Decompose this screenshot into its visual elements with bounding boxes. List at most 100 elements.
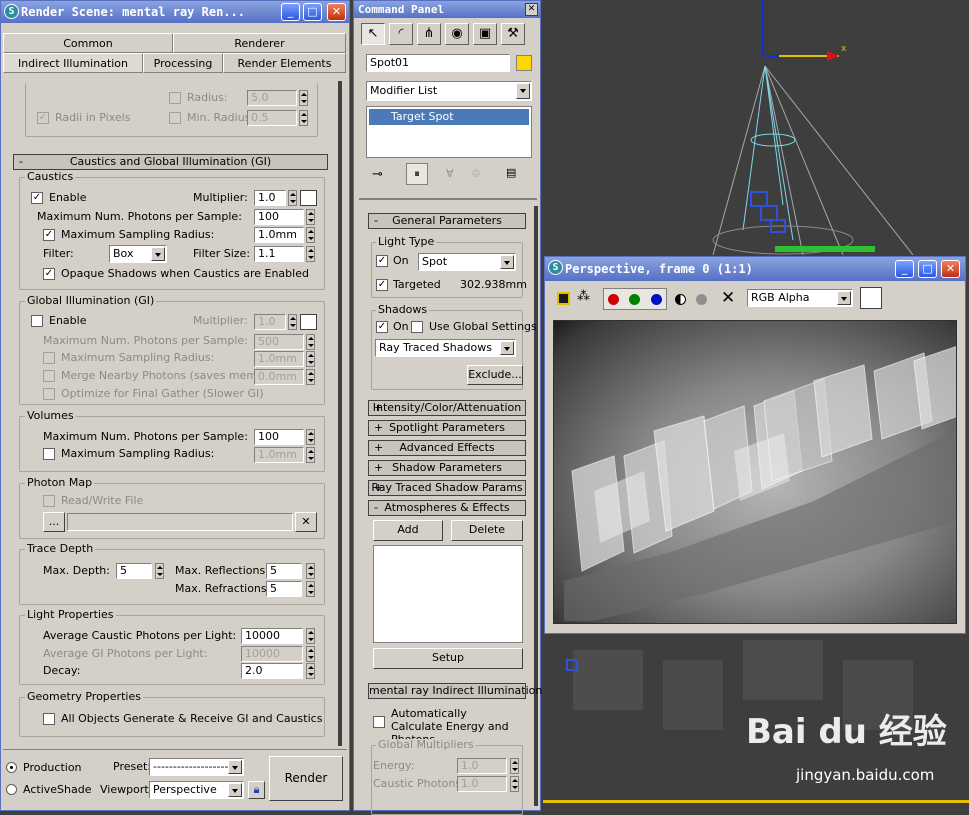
display-tab[interactable]: ▣ xyxy=(473,23,497,45)
rollout-scrollbar[interactable] xyxy=(338,81,342,746)
avg-caustic-photons-field[interactable]: 10000 xyxy=(241,628,303,644)
gi-multiplier-field[interactable]: 1.0 xyxy=(254,314,286,330)
clear-frame-button[interactable]: ✕ xyxy=(721,288,735,308)
radius-checkbox[interactable] xyxy=(169,92,181,104)
min-radius-field[interactable]: 0.5 xyxy=(247,110,297,126)
pin-stack-button[interactable]: ⊸ xyxy=(372,167,383,182)
object-color-swatch[interactable] xyxy=(516,55,532,71)
caustics-max-radius-field[interactable]: 1.0mm xyxy=(254,227,304,243)
radius-field[interactable]: 5.0 xyxy=(247,90,297,106)
avg-caustic-photons-spinner[interactable] xyxy=(306,628,315,644)
modifier-list-select[interactable]: Modifier List xyxy=(366,81,532,101)
tab-renderer[interactable]: Renderer xyxy=(173,33,346,53)
clear-file-button[interactable]: ✕ xyxy=(295,512,317,532)
general-parameters-header[interactable]: - General Parameters xyxy=(368,213,526,229)
gi-color-swatch[interactable] xyxy=(300,314,317,330)
effects-list[interactable] xyxy=(373,545,523,643)
command-panel-titlebar[interactable]: Command Panel xyxy=(354,1,540,18)
min-radius-spinner[interactable] xyxy=(299,110,308,126)
caustic-photons-spinner[interactable] xyxy=(510,776,519,792)
utilities-tab[interactable]: ⚒ xyxy=(501,23,525,45)
make-unique-button[interactable]: ∀ xyxy=(446,167,454,180)
clone-window-button[interactable]: ⁂ xyxy=(577,289,590,304)
merge-photons-field[interactable]: 0.0mm xyxy=(254,369,304,385)
caustics-multiplier-spinner[interactable] xyxy=(288,190,297,206)
caustics-max-radius-checkbox[interactable]: ✓ xyxy=(43,229,55,241)
all-objects-gi-checkbox[interactable] xyxy=(43,713,55,725)
energy-spinner[interactable] xyxy=(510,758,519,774)
avg-gi-photons-field[interactable]: 10000 xyxy=(241,646,303,662)
auto-calculate-checkbox[interactable] xyxy=(373,716,385,728)
render-button[interactable]: Render xyxy=(269,756,343,801)
preset-select[interactable]: -------------------- xyxy=(149,758,244,776)
green-channel-icon[interactable] xyxy=(629,294,640,305)
command-panel-scrollbar[interactable] xyxy=(534,206,538,806)
gi-max-photons-spinner[interactable] xyxy=(306,334,315,350)
show-end-result-button[interactable]: ⏸ xyxy=(406,163,428,185)
photon-file-field[interactable] xyxy=(67,513,293,531)
merge-photons-spinner[interactable] xyxy=(306,369,315,385)
shadow-type-select[interactable]: Ray Traced Shadows xyxy=(375,339,516,357)
max-reflections-field[interactable]: 5 xyxy=(266,563,302,579)
hierarchy-tab[interactable]: ⋔ xyxy=(417,23,441,45)
advanced-effects-rollout-header[interactable]: + Advanced Effects xyxy=(368,440,526,456)
decay-field[interactable]: 2.0 xyxy=(241,663,303,679)
caustics-gi-rollout-header[interactable]: - Caustics and Global Illumination (GI) xyxy=(13,154,328,170)
max-refractions-spinner[interactable] xyxy=(306,581,315,597)
setup-button[interactable]: Setup xyxy=(373,648,523,669)
save-image-button[interactable] xyxy=(557,292,570,305)
blue-channel-icon[interactable] xyxy=(651,294,662,305)
modify-tab[interactable]: ◜ xyxy=(389,23,413,45)
volumes-max-radius-field[interactable]: 1.0mm xyxy=(254,447,304,463)
spotlight-rollout-header[interactable]: + Spotlight Parameters xyxy=(368,420,526,436)
channel-select[interactable]: RGB Alpha xyxy=(747,289,853,307)
targeted-checkbox[interactable]: ✓ xyxy=(376,279,388,291)
activeshade-radio[interactable] xyxy=(6,784,17,795)
gi-max-radius-spinner[interactable] xyxy=(306,351,315,367)
volumes-max-photons-field[interactable]: 100 xyxy=(254,429,304,445)
light-on-checkbox[interactable]: ✓ xyxy=(376,255,388,267)
min-radius-checkbox[interactable] xyxy=(169,112,181,124)
mono-channel-icon[interactable] xyxy=(696,294,707,305)
gi-multiplier-spinner[interactable] xyxy=(288,314,297,330)
mr-indirect-rollout-header[interactable]: mental ray Indirect Illumination xyxy=(368,683,542,699)
caustics-max-photons-field[interactable]: 100 xyxy=(254,209,304,225)
read-write-checkbox[interactable] xyxy=(43,495,55,507)
radius-spinner[interactable] xyxy=(299,90,308,106)
max-depth-field[interactable]: 5 xyxy=(116,563,152,579)
add-effect-button[interactable]: Add xyxy=(373,520,443,541)
energy-field[interactable]: 1.0 xyxy=(457,758,507,774)
merge-photons-checkbox[interactable] xyxy=(43,370,55,382)
red-channel-icon[interactable] xyxy=(608,294,619,305)
frame-close-button[interactable]: ✕ xyxy=(941,260,960,278)
avg-gi-photons-spinner[interactable] xyxy=(306,646,315,662)
alpha-channel-icon[interactable] xyxy=(675,294,686,305)
remove-modifier-button[interactable]: ♲ xyxy=(471,167,481,180)
shadow-parameters-rollout-header[interactable]: + Shadow Parameters xyxy=(368,460,526,476)
tab-indirect-illumination[interactable]: Indirect Illumination xyxy=(3,53,143,73)
filter-select[interactable]: Box xyxy=(109,245,167,263)
use-global-settings-checkbox[interactable] xyxy=(411,321,423,333)
command-panel-close-button[interactable]: ✕ xyxy=(525,3,538,16)
minimize-button[interactable]: _ xyxy=(281,3,300,21)
max-refractions-field[interactable]: 5 xyxy=(266,581,302,597)
object-name-field[interactable]: Spot01 xyxy=(366,54,510,72)
max-reflections-spinner[interactable] xyxy=(306,563,315,579)
shadows-on-checkbox[interactable]: ✓ xyxy=(376,321,388,333)
close-button[interactable]: ✕ xyxy=(327,3,346,21)
gi-enable-checkbox[interactable] xyxy=(31,315,43,327)
gi-max-radius-field[interactable]: 1.0mm xyxy=(254,351,304,367)
lock-viewport-button[interactable]: 🔒︎ xyxy=(248,781,265,799)
caustics-max-photons-spinner[interactable] xyxy=(306,209,315,225)
tab-common[interactable]: Common xyxy=(3,33,173,53)
max-depth-spinner[interactable] xyxy=(155,563,164,579)
stack-item-target-spot[interactable]: Target Spot xyxy=(369,109,529,125)
pixel-color-swatch[interactable] xyxy=(860,287,882,309)
caustic-photons-field[interactable]: 1.0 xyxy=(457,776,507,792)
tab-render-elements[interactable]: Render Elements xyxy=(223,53,346,73)
viewport-select[interactable]: Perspective xyxy=(149,781,244,799)
volumes-max-radius-checkbox[interactable] xyxy=(43,448,55,460)
intensity-rollout-header[interactable]: + Intensity/Color/Attenuation xyxy=(368,400,526,416)
maximize-button[interactable]: □ xyxy=(303,3,322,21)
motion-tab[interactable]: ◉ xyxy=(445,23,469,45)
